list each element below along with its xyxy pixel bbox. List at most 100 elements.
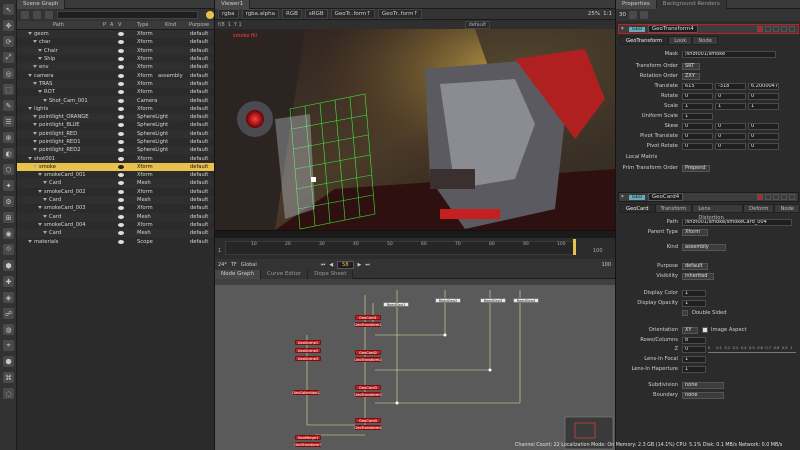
gem-icon[interactable]: ◈ [3, 292, 14, 303]
diamond-icon[interactable]: ⟐ [3, 244, 14, 255]
visibility-eye-icon[interactable] [118, 90, 124, 95]
gain-value[interactable]: 1 [228, 22, 231, 28]
last-frame-button[interactable]: ⏭ [365, 262, 370, 268]
collapse-icon[interactable] [33, 11, 41, 19]
table-row[interactable]: TRAS Xform default [17, 79, 214, 89]
end-frame-field[interactable]: 100 [601, 262, 611, 268]
node-geoscene3[interactable]: GeoScene3 [295, 356, 321, 361]
table-row[interactable]: Card Mesh default [17, 195, 214, 205]
tab-curve-editor[interactable]: Curve Editor [260, 269, 309, 279]
tab-transform[interactable]: Transform [654, 204, 693, 213]
target-icon[interactable]: ◎ [3, 68, 14, 79]
help-icon[interactable] [781, 26, 787, 32]
visibility-eye-icon[interactable] [118, 65, 124, 70]
node-geocollection1[interactable]: GeoCollection1 [292, 390, 320, 395]
pivot-rotate-field-z[interactable]: 0 [748, 143, 779, 150]
visibility-eye-icon[interactable] [118, 57, 124, 62]
close-icon[interactable] [789, 194, 795, 200]
table-row[interactable]: pointlight_ORANGE SphereLight default [17, 112, 214, 122]
layer-dropdown[interactable]: rgba.alpha [241, 9, 280, 19]
add-icon[interactable]: ⊕ [3, 132, 14, 143]
shade-icon[interactable]: ◐ [3, 148, 14, 159]
edit-flag-icon[interactable] [765, 194, 771, 200]
col-path[interactable]: Path [53, 22, 64, 28]
prim-transform-order-dropdown[interactable]: Prepend [682, 165, 710, 172]
back-icon[interactable] [640, 11, 648, 19]
rows-columns-field[interactable]: 8 [682, 337, 706, 344]
table-row[interactable]: env Xform default [17, 63, 214, 72]
zoom-level[interactable]: 25% [588, 11, 600, 17]
visibility-eye-icon[interactable] [118, 140, 124, 144]
history-count[interactable]: 30 [619, 12, 626, 18]
scale-field-z[interactable]: 1 [748, 103, 779, 110]
col-a[interactable]: A [110, 22, 113, 28]
display-opacity-field[interactable]: 1 [682, 300, 706, 307]
path-field[interactable]: /shot001/smoke/smokeCard_004 [682, 219, 792, 226]
visibility-eye-icon[interactable] [118, 164, 124, 169]
translate-field-x[interactable]: 615 [682, 83, 713, 90]
channels-dropdown[interactable]: rgba [218, 9, 239, 19]
visibility-eye-icon[interactable] [118, 115, 124, 120]
subdivision-dropdown[interactable]: none [682, 382, 724, 389]
pivot-rotate-field-y[interactable]: 0 [715, 143, 746, 150]
hex-icon[interactable]: ⬡ [3, 164, 14, 175]
playhead[interactable] [573, 239, 576, 255]
global-dropdown[interactable]: Global [241, 262, 257, 268]
tf-button[interactable]: TF [231, 262, 237, 268]
node-geotransform1[interactable]: GeoTransform1 [354, 322, 382, 327]
mask-field[interactable]: /shot001/smoke [682, 51, 776, 58]
rotate-field-x[interactable]: 0 [682, 93, 713, 100]
node-header-geocard4[interactable]: ▾ GEO GeoCard4 [618, 192, 799, 202]
table-row[interactable]: pointlight_RED SphereLight default [17, 129, 214, 138]
circle-icon[interactable]: ◌ [3, 388, 14, 399]
node-readgeo4[interactable]: ReadGeo4 [513, 298, 539, 303]
node-geoscene1[interactable]: GeoScene1 [295, 340, 321, 345]
table-row[interactable]: Shot_Cam_001 Camera default [17, 96, 214, 105]
node-geotransform7[interactable]: GeoTransform7 [294, 442, 322, 447]
input-b-dropdown[interactable]: GeoTr..form↑ [377, 9, 423, 19]
visibility-eye-icon[interactable] [118, 206, 124, 211]
visibility-dropdown[interactable]: inherited [682, 273, 714, 280]
visibility-eye-icon[interactable] [118, 156, 124, 161]
pivot-translate-field-z[interactable]: 0 [748, 133, 779, 140]
first-frame-button[interactable]: ⏮ [321, 262, 326, 268]
link-icon[interactable]: ☍ [3, 308, 14, 319]
display-color-field[interactable]: 1 [682, 290, 706, 297]
edit-flag-icon[interactable] [765, 26, 771, 32]
pin-icon[interactable] [629, 11, 637, 19]
visibility-eye-icon[interactable] [118, 32, 124, 37]
translate-field-y[interactable]: -318 [715, 83, 746, 90]
rotate-field-y[interactable]: 0 [715, 93, 746, 100]
pivot-translate-field-x[interactable]: 0 [682, 133, 713, 140]
tab-deform[interactable]: Deform [743, 204, 775, 213]
rotation-order-dropdown[interactable]: ZXY [682, 73, 700, 80]
skew-field-y[interactable]: 0 [715, 123, 746, 130]
filter-icon[interactable] [206, 11, 214, 19]
colorspace-dropdown[interactable]: RGB [282, 9, 302, 19]
translate-field-z[interactable]: 6.20000477 [748, 83, 779, 90]
frame-icon[interactable]: ⬚ [3, 84, 14, 95]
tab-background-renders[interactable]: Background Renders [656, 0, 727, 9]
input-a-dropdown[interactable]: GeoTr..form↑ [330, 9, 375, 19]
z-slider[interactable]: 0 0.1 0.2 0.3 0.4 0.5 0.6 0.7 0.8 0.9 1 [708, 346, 796, 353]
node-geoscene2[interactable]: GeoScene2 [295, 348, 321, 353]
help-icon[interactable] [781, 194, 787, 200]
table-row[interactable]: shot001 Xform default [17, 154, 214, 162]
table-row[interactable]: char Xform default [17, 38, 214, 46]
node-geocard4[interactable]: GeoCard4 [355, 418, 381, 423]
table-row[interactable]: pointlight_BLUE SphereLight default [17, 121, 214, 129]
col-kind[interactable]: Kind [165, 22, 176, 28]
tab-dope-sheet[interactable]: Dope Sheet [308, 269, 354, 279]
view-flag-icon[interactable] [757, 26, 763, 32]
exposure-value[interactable]: f/8 [218, 22, 225, 28]
table-row[interactable]: camera Xform assembly default [17, 71, 214, 79]
purpose-dropdown[interactable]: default [682, 263, 708, 270]
visibility-eye-icon[interactable] [118, 222, 124, 227]
star-icon[interactable]: ✦ [3, 180, 14, 191]
visibility-eye-icon[interactable] [118, 106, 124, 111]
table-row[interactable]: pointlight_RED1 SphereLight default [17, 138, 214, 146]
image-aspect-checkbox[interactable] [702, 327, 708, 333]
visibility-eye-icon[interactable] [118, 40, 124, 45]
node-geomerge1[interactable]: GeoMerge1 [295, 435, 321, 440]
viewport-image[interactable]: smoke fill [215, 29, 615, 230]
